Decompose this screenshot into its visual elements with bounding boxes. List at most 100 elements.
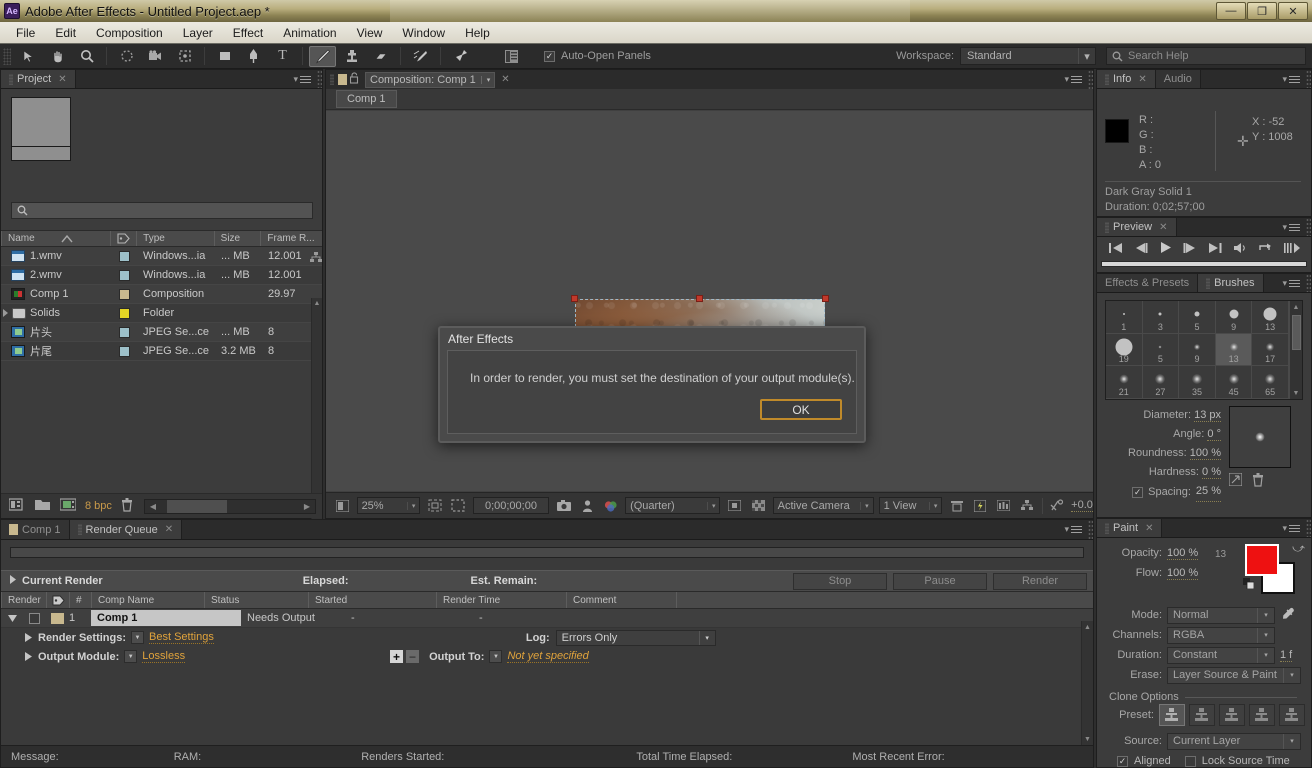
resize-handle-tr[interactable] <box>822 295 829 302</box>
disclosure-triangle-icon[interactable] <box>25 633 32 642</box>
new-comp-icon[interactable] <box>8 498 26 514</box>
lock-source-time-checkbox[interactable] <box>1184 755 1196 767</box>
menu-edit[interactable]: Edit <box>45 24 86 42</box>
table-row[interactable]: 片头 JPEG Se...ce ... MB 8 <box>1 323 322 342</box>
brush-swatch[interactable]: 9 <box>1215 301 1253 334</box>
channel-select-icon[interactable] <box>602 497 621 515</box>
paint-mode-row[interactable]: Mode: Normal ▾ <box>1103 605 1305 625</box>
new-brush-icon[interactable] <box>1228 472 1243 490</box>
brush-swatch[interactable]: 65 <box>1252 366 1289 399</box>
close-icon[interactable]: ✕ <box>1138 74 1146 85</box>
label-color-swatch[interactable] <box>118 288 130 300</box>
brush-diameter-value[interactable]: 13 px <box>1194 409 1221 422</box>
column-header-status[interactable]: Status <box>204 592 308 608</box>
hand-tool-icon[interactable] <box>44 46 71 67</box>
table-row[interactable]: 片尾 JPEG Se...ce 3.2 MB 8 <box>1 342 322 361</box>
paint-erase-select[interactable]: Layer Source & Paint ▾ <box>1167 666 1301 684</box>
output-module-value[interactable]: Lossless <box>142 650 186 663</box>
menu-help[interactable]: Help <box>455 24 500 42</box>
camera-select[interactable]: Active Camera ▾ <box>772 497 874 514</box>
label-color-swatch[interactable] <box>118 326 130 338</box>
tab-preview[interactable]: Preview ✕ <box>1097 218 1177 236</box>
panel-menu-icon[interactable]: ▾ <box>1282 523 1300 534</box>
brush-diameter-row[interactable]: Diameter: 13 px <box>1097 406 1221 425</box>
menu-effect[interactable]: Effect <box>223 24 273 42</box>
column-header-number[interactable]: # <box>69 592 91 608</box>
pause-button[interactable]: Pause <box>893 572 987 590</box>
brush-swatch[interactable]: 9 <box>1179 333 1216 367</box>
menu-window[interactable]: Window <box>392 24 455 42</box>
menu-animation[interactable]: Animation <box>273 24 346 42</box>
remove-output-module-button[interactable]: − <box>406 650 420 663</box>
output-to-value[interactable]: Not yet specified <box>507 650 589 663</box>
column-header-started[interactable]: Started <box>308 592 436 608</box>
table-row[interactable]: 1 Comp 1 Needs Output - - <box>1 609 1093 628</box>
paint-aligned-row[interactable]: ✓ Aligned Lock Source Time <box>1103 751 1305 768</box>
brush-swatch[interactable]: 17 <box>1252 333 1289 367</box>
previous-frame-button[interactable] <box>1134 242 1148 257</box>
disclosure-triangle-icon[interactable] <box>3 309 8 317</box>
default-colors-icon[interactable] <box>1243 578 1255 592</box>
panel-menu-icon[interactable]: ▾ <box>1282 278 1300 289</box>
grid-guides-icon[interactable] <box>425 497 444 515</box>
region-of-interest-icon[interactable] <box>449 497 468 515</box>
paint-mode-select[interactable]: Normal ▾ <box>1167 606 1275 624</box>
delete-icon[interactable] <box>121 497 133 515</box>
brush-roundness-row[interactable]: Roundness: 100 % <box>1097 444 1221 463</box>
current-brush-indicator[interactable]: 13 <box>1215 548 1226 560</box>
panel-resize-grip[interactable] <box>1306 274 1311 292</box>
column-header-framerate[interactable]: Frame R... <box>260 231 322 246</box>
brush-hardness-row[interactable]: Hardness: 0 % <box>1097 463 1221 482</box>
label-color-swatch[interactable] <box>118 250 130 262</box>
disclosure-triangle-icon[interactable] <box>1 614 23 622</box>
paint-erase-row[interactable]: Erase: Layer Source & Paint ▾ <box>1103 665 1305 685</box>
bit-depth-label[interactable]: 8 bpc <box>85 500 112 512</box>
paint-duration-row[interactable]: Duration: Constant ▾ 1 f <box>1103 645 1305 665</box>
tab-effects-presets[interactable]: Effects & Presets <box>1097 274 1199 292</box>
close-icon[interactable]: ✕ <box>1159 222 1167 233</box>
brush-swatch[interactable]: 1 <box>1106 301 1143 334</box>
timeline-icon[interactable] <box>995 497 1014 515</box>
column-header-label-color[interactable] <box>110 231 136 246</box>
clone-stamp-tool-icon[interactable] <box>338 46 365 67</box>
roto-brush-tool-icon[interactable] <box>407 46 434 67</box>
chevron-down-icon[interactable]: ▾ <box>480 75 490 84</box>
close-icon[interactable]: ✕ <box>165 524 173 535</box>
rotation-tool-icon[interactable] <box>113 46 140 67</box>
text-tool-icon[interactable]: T <box>269 46 296 67</box>
resize-handle-tc[interactable] <box>696 295 703 302</box>
paint-channels-select[interactable]: RGBA ▾ <box>1167 626 1275 644</box>
brush-swatch[interactable]: 5 <box>1142 333 1180 367</box>
scroll-up-icon[interactable]: ▲ <box>312 298 322 309</box>
render-queue-scrollbar[interactable]: ▲ ▼ <box>1081 621 1093 745</box>
panel-menu-icon[interactable]: ▾ <box>1064 74 1082 85</box>
view-layout-select[interactable]: 1 View ▾ <box>878 497 943 514</box>
tab-info[interactable]: Info ✕ <box>1097 70 1156 88</box>
label-color-swatch[interactable] <box>118 345 130 357</box>
first-frame-button[interactable] <box>1108 242 1123 257</box>
column-header-comment[interactable]: Comment <box>566 592 676 608</box>
panel-resize-grip[interactable] <box>1088 520 1093 539</box>
play-button[interactable] <box>1159 241 1172 257</box>
column-header-render[interactable]: Render <box>1 592 46 608</box>
brush-spacing-checkbox[interactable]: ✓ <box>1132 486 1144 498</box>
brush-swatch[interactable]: 19 <box>1106 333 1143 367</box>
scroll-right-icon[interactable]: ▶ <box>299 502 315 511</box>
last-frame-button[interactable] <box>1208 242 1222 257</box>
panel-menu-icon[interactable]: ▾ <box>1064 524 1082 535</box>
output-module-dropdown-icon[interactable]: ▼ <box>124 650 138 663</box>
composition-sub-tab[interactable]: Comp 1 <box>336 90 397 108</box>
zoom-level-select[interactable]: 25% ▾ <box>356 497 421 514</box>
table-row[interactable]: Solids Folder <box>1 304 322 323</box>
tab-paint[interactable]: Paint ✕ <box>1097 519 1163 537</box>
panel-resize-grip[interactable] <box>1306 218 1311 236</box>
disclosure-triangle-icon[interactable] <box>25 652 32 661</box>
render-settings-value[interactable]: Best Settings <box>149 631 214 644</box>
scrollbar-thumb[interactable] <box>1292 315 1301 350</box>
tab-brushes[interactable]: Brushes <box>1198 274 1264 292</box>
panel-menu-icon[interactable]: ▾ <box>293 74 311 85</box>
clone-preset-3[interactable] <box>1219 704 1245 726</box>
clone-preset-2[interactable] <box>1189 704 1215 726</box>
transparency-grid-icon[interactable] <box>749 497 768 515</box>
foreground-color-swatch[interactable] <box>1245 544 1279 576</box>
